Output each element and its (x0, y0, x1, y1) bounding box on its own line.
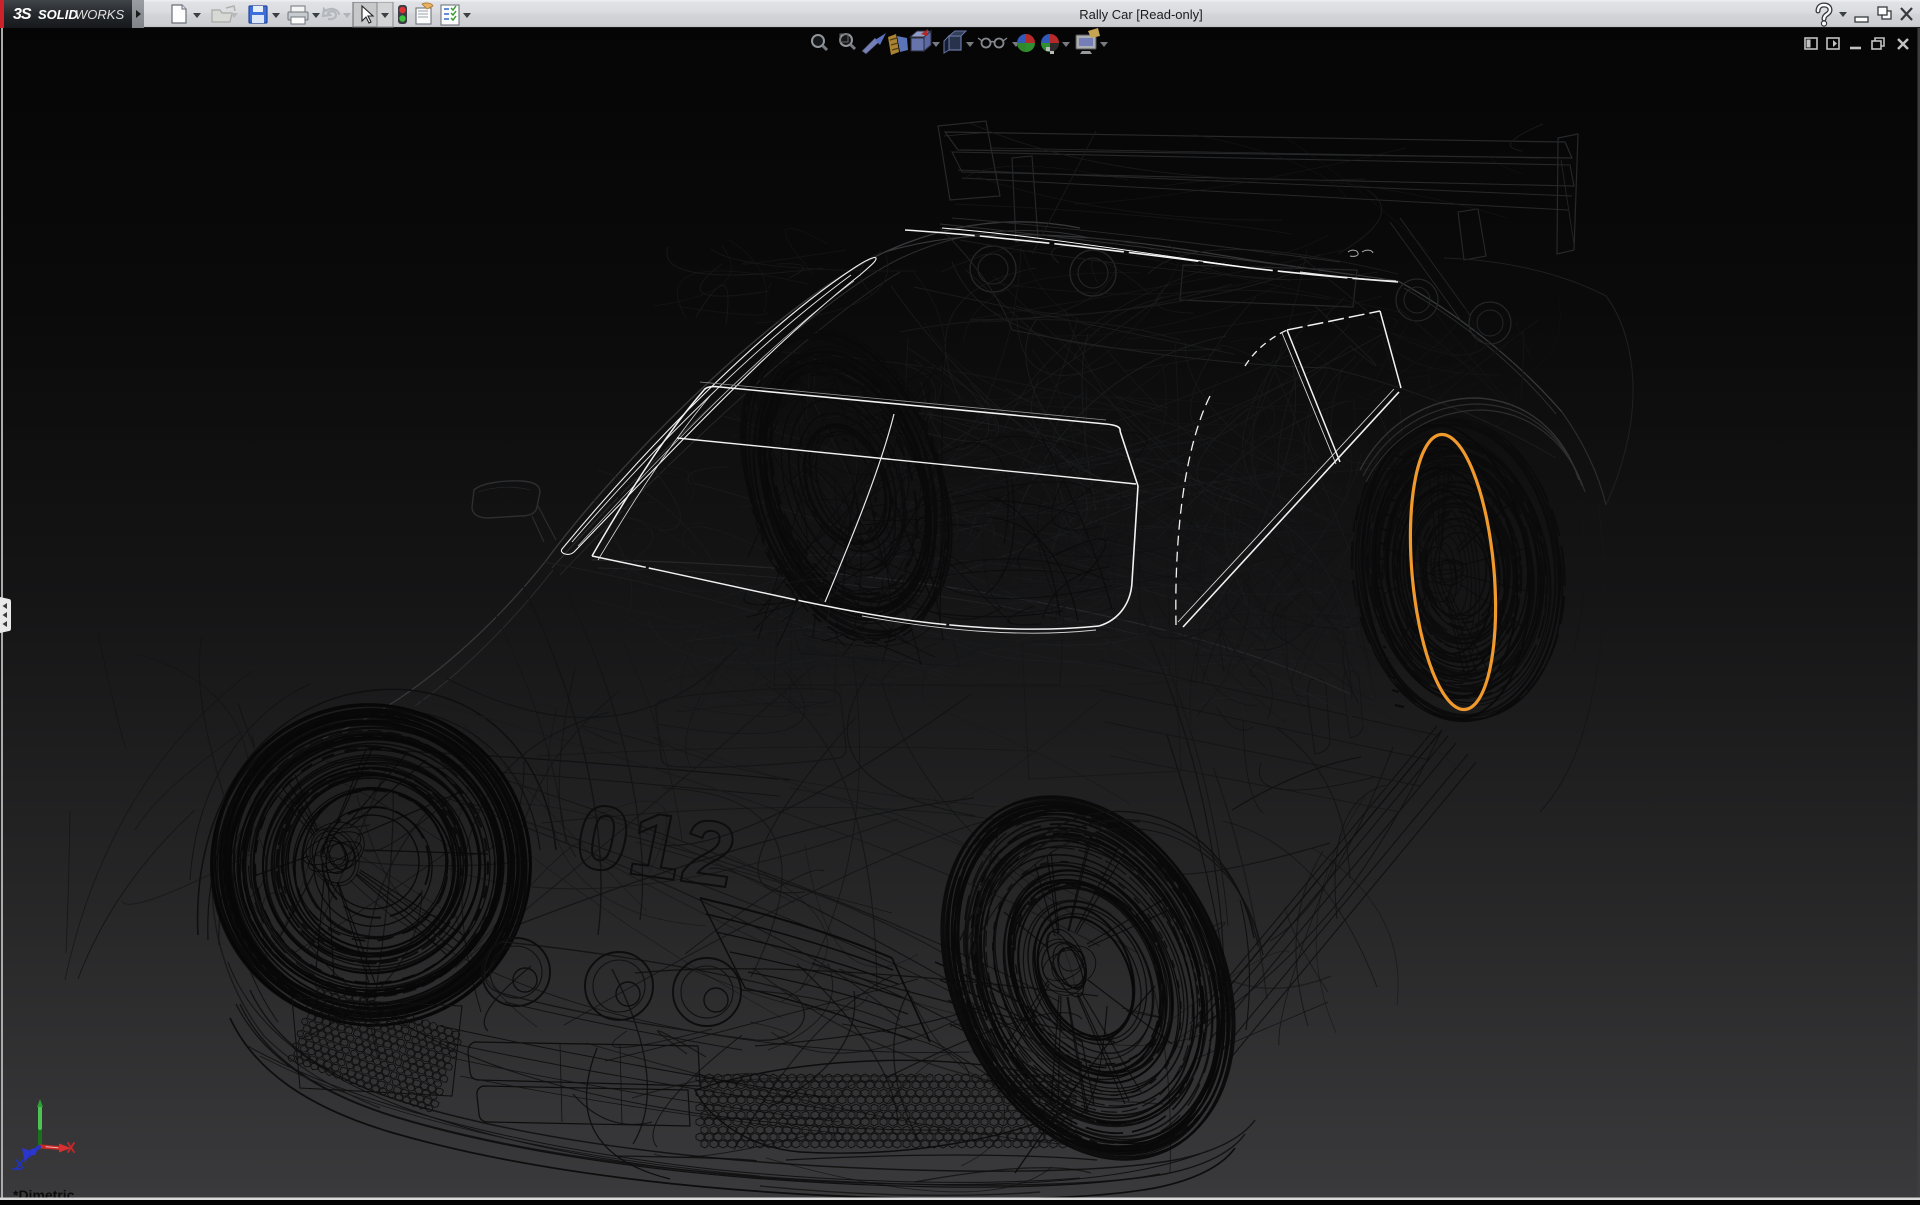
svg-text:SOLID: SOLID (38, 7, 78, 22)
svg-text:WORKS: WORKS (75, 7, 124, 22)
svg-text:3S: 3S (13, 6, 32, 23)
